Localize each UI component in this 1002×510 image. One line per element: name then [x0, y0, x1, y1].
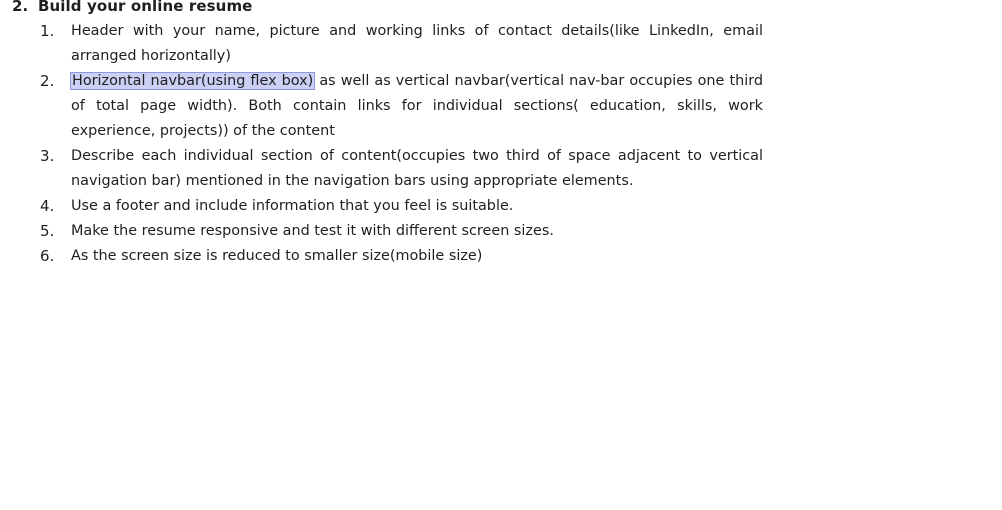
item-number: 2.	[40, 72, 55, 90]
highlighted-text[interactable]: Horizontal navbar(using flex box)	[69, 72, 316, 90]
item-number: 1.	[40, 22, 55, 40]
item-number: 5.	[40, 222, 55, 240]
item-number: 6.	[40, 247, 55, 265]
list-item: 2. Horizontal navbar(using flex box) as …	[0, 69, 1002, 144]
heading-text: Build your online resume	[38, 0, 253, 15]
heading-number: 2.	[12, 0, 29, 15]
item-number: 3.	[40, 147, 55, 165]
list-item: 3. Describe each individual section of c…	[0, 144, 1002, 194]
list-item: 5. Make the resume responsive and test i…	[0, 219, 1002, 244]
list-item: 1. Header with your name, picture and wo…	[0, 19, 1002, 69]
list-item: 4. Use a footer and include information …	[0, 194, 1002, 219]
item-number: 4.	[40, 197, 55, 215]
requirements-list: 1. Header with your name, picture and wo…	[0, 19, 1002, 269]
item-text: Horizontal navbar(using flex box) as wel…	[69, 69, 763, 144]
item-text: Describe each individual section of cont…	[71, 148, 763, 189]
item-text: As the screen size is reduced to smaller…	[71, 248, 483, 264]
section-heading: 2. Build your online resume	[12, 0, 252, 15]
item-text: Use a footer and include information tha…	[71, 198, 514, 214]
item-text: Make the resume responsive and test it w…	[71, 223, 554, 239]
list-item: 6. As the screen size is reduced to smal…	[0, 244, 1002, 269]
item-text: Header with your name, picture and worki…	[71, 23, 763, 64]
